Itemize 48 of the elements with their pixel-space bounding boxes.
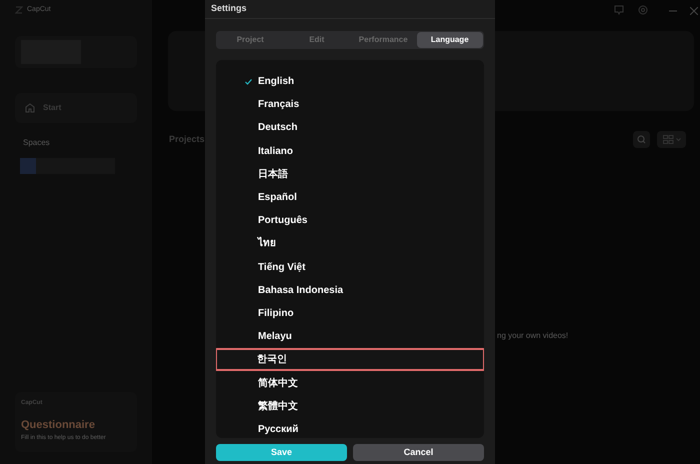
language-option[interactable]: 简体中文: [216, 371, 484, 395]
language-option[interactable]: Português: [216, 209, 484, 232]
language-label: Tiếng Việt: [258, 260, 306, 275]
settings-tab[interactable]: Language: [416, 32, 483, 48]
logo-icon: [15, 6, 23, 14]
minimize-icon[interactable]: [669, 10, 677, 12]
language-label: Français: [258, 98, 300, 112]
language-label: Bahasa Indonesia: [258, 284, 344, 298]
language-option[interactable]: Melayu: [216, 325, 484, 348]
language-option[interactable]: Français: [216, 93, 484, 116]
language-option[interactable]: Italiano: [216, 140, 484, 163]
language-option[interactable]: Bahasa Indonesia: [216, 278, 484, 302]
language-option[interactable]: 繁體中文: [216, 394, 484, 418]
card-title: Questionnaire: [21, 418, 96, 433]
language-label: ไทย: [258, 236, 276, 252]
language-option[interactable]: Deutsch: [216, 116, 484, 140]
feedback-icon[interactable]: [614, 5, 624, 15]
language-option[interactable]: Filipino: [216, 302, 484, 326]
close-icon[interactable]: [690, 7, 698, 15]
language-label: 繁體中文: [258, 400, 298, 414]
cancel-button[interactable]: Cancel: [353, 444, 484, 461]
language-label: Melayu: [258, 330, 292, 344]
language-option[interactable]: Tiếng Việt: [216, 256, 484, 279]
search-icon: [637, 135, 646, 144]
language-label: Italiano: [258, 144, 294, 159]
grid-icon: [662, 135, 674, 144]
language-label: English: [258, 75, 294, 90]
language-label: 简体中文: [258, 376, 298, 391]
layout-dropdown[interactable]: [657, 131, 686, 148]
language-option[interactable]: 한국인: [216, 348, 484, 372]
language-label: Português: [258, 214, 308, 228]
language-option[interactable]: English: [216, 70, 484, 94]
language-option[interactable]: 日本語: [216, 162, 484, 186]
language-label: Filipino: [258, 306, 294, 321]
search-button[interactable]: [633, 131, 650, 148]
section-heading: Spaces: [23, 137, 51, 149]
settings-icon[interactable]: [638, 5, 648, 15]
language-label: Русский: [258, 422, 298, 437]
dialog-title: Settings: [211, 2, 247, 16]
language-option[interactable]: Español: [216, 186, 484, 210]
language-label: 日本語: [258, 168, 288, 182]
home-icon: [25, 103, 35, 113]
language-label: Español: [258, 191, 297, 206]
language-label: Deutsch: [258, 121, 298, 136]
empty-state-text: ng your own videos!: [497, 330, 568, 342]
language-label: 한국인: [257, 353, 287, 368]
language-option[interactable]: ไทย: [216, 232, 484, 256]
language-option[interactable]: Русский: [216, 418, 484, 438]
